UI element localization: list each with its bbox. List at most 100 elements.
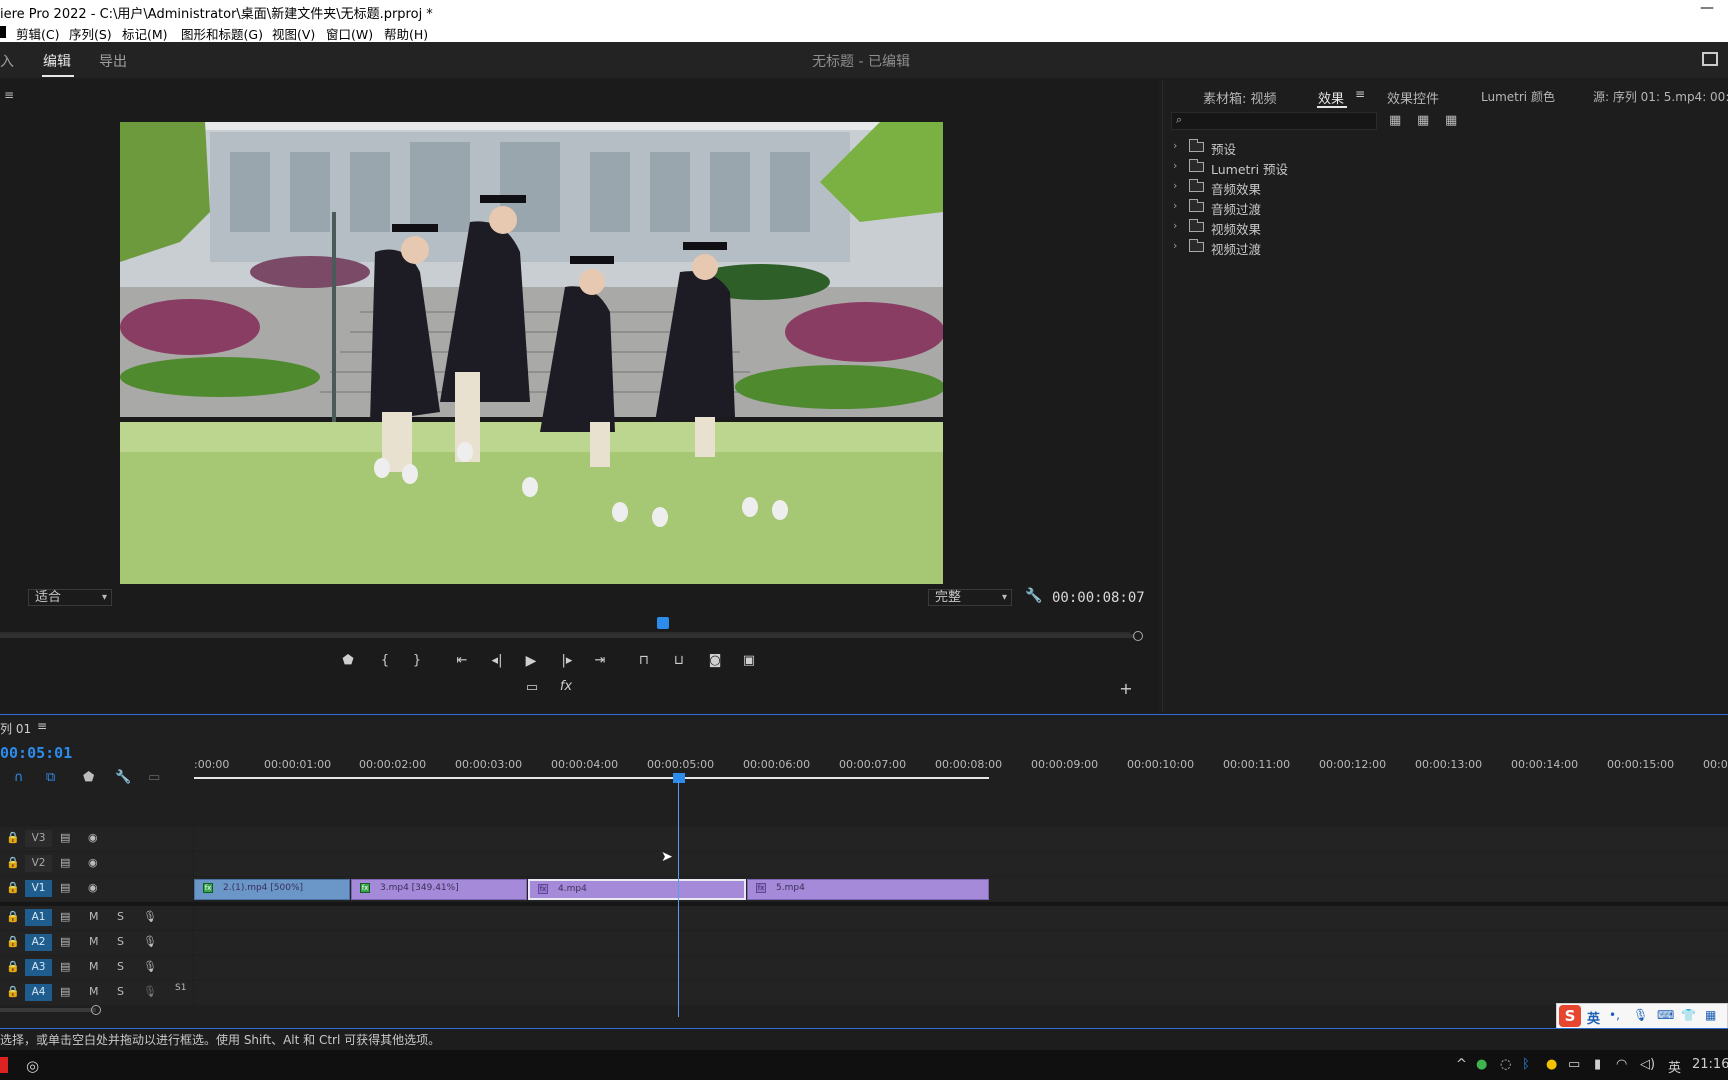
- extract-icon[interactable]: ⊔: [670, 654, 688, 668]
- ime-logo-icon[interactable]: S: [1559, 1005, 1581, 1027]
- clip-2-1[interactable]: fx 2.(1).mp4 [500%]: [194, 879, 350, 900]
- tab-import[interactable]: 入: [0, 51, 14, 71]
- zoom-select[interactable]: 适合 ▾: [28, 589, 112, 606]
- wechat-icon[interactable]: ●: [1476, 1057, 1487, 1072]
- comparison-view-icon[interactable]: ▣: [740, 654, 758, 668]
- lock-icon[interactable]: 🔒: [6, 910, 20, 923]
- microphone-icon[interactable]: 🎙: [143, 985, 157, 998]
- sync-lock-icon[interactable]: ▤: [60, 985, 70, 998]
- eye-icon[interactable]: ◉: [88, 831, 98, 844]
- eye-icon[interactable]: ◉: [88, 856, 98, 869]
- sync-lock-icon[interactable]: ▤: [60, 910, 70, 923]
- lock-icon[interactable]: 🔒: [6, 881, 20, 894]
- 32bit-effects-icon[interactable]: ▦: [1417, 113, 1429, 128]
- input-language[interactable]: 英: [1668, 1057, 1681, 1076]
- add-button[interactable]: +: [1117, 681, 1135, 697]
- minimize-button[interactable]: —: [1700, 0, 1714, 16]
- go-to-in-icon[interactable]: ⇤: [453, 654, 471, 668]
- lock-icon[interactable]: 🔒: [6, 935, 20, 948]
- eye-icon[interactable]: ◉: [88, 881, 98, 894]
- solo-button[interactable]: S: [117, 985, 124, 998]
- menu-help[interactable]: 帮助(H): [384, 24, 428, 43]
- tree-item-audio-effects[interactable]: › 音频效果: [1163, 178, 1723, 197]
- ime-skin-icon[interactable]: 👕: [1681, 1008, 1696, 1022]
- tree-item-video-effects[interactable]: › 视频效果: [1163, 218, 1723, 237]
- network-icon[interactable]: ◌: [1500, 1057, 1511, 1072]
- tray-app-icon[interactable]: ●: [1546, 1057, 1557, 1072]
- step-forward-icon[interactable]: |▸: [558, 654, 576, 668]
- timeline-menu-icon[interactable]: ≡: [37, 719, 47, 733]
- track-target[interactable]: A3: [25, 959, 52, 976]
- microphone-icon[interactable]: 🎙: [143, 960, 157, 973]
- track-target[interactable]: V2: [25, 855, 52, 872]
- clock-time[interactable]: 21:16: [1692, 1057, 1728, 1072]
- bluetooth-icon[interactable]: ᛒ: [1522, 1057, 1530, 1072]
- sync-lock-icon[interactable]: ▤: [60, 935, 70, 948]
- program-time-ruler[interactable]: [0, 620, 1138, 634]
- menu-view[interactable]: 视图(V): [272, 24, 315, 43]
- solo-button[interactable]: S: [117, 910, 124, 923]
- zoom-scroll-bar[interactable]: [0, 634, 1135, 638]
- sync-lock-icon[interactable]: ▤: [60, 960, 70, 973]
- track-lane[interactable]: [194, 931, 1728, 955]
- battery-icon[interactable]: ▭: [1568, 1057, 1580, 1072]
- ime-more-icon[interactable]: ▦: [1705, 1008, 1716, 1022]
- tab-effect-controls[interactable]: 效果控件: [1387, 88, 1439, 107]
- linked-selection-icon[interactable]: ⧉: [46, 770, 55, 785]
- wrench-icon[interactable]: 🔧: [1025, 588, 1042, 604]
- timeline-playhead-handle[interactable]: [673, 773, 685, 783]
- track-target[interactable]: A2: [25, 934, 52, 951]
- tab-bin-video[interactable]: 素材箱: 视频: [1203, 88, 1277, 107]
- sequence-tab[interactable]: 列 01: [0, 720, 31, 737]
- lock-icon[interactable]: 🔒: [6, 960, 20, 973]
- timeline-ruler[interactable]: :00:00 00:00:01:00 00:00:02:00 00:00:03:…: [194, 755, 1728, 783]
- tab-lumetri-color[interactable]: Lumetri 颜色: [1481, 88, 1555, 105]
- volume-icon[interactable]: ◁): [1640, 1057, 1655, 1072]
- mark-in-icon[interactable]: {: [376, 654, 394, 668]
- sync-lock-icon[interactable]: ▤: [60, 881, 70, 894]
- safe-margins-icon[interactable]: ▭: [523, 681, 541, 695]
- yuv-effects-icon[interactable]: ▦: [1445, 113, 1457, 128]
- tree-item-video-transitions[interactable]: › 视频过渡: [1163, 238, 1723, 257]
- lock-icon[interactable]: 🔒: [6, 856, 20, 869]
- timeline-timecode[interactable]: 00:05:01: [0, 744, 72, 762]
- menu-clip[interactable]: 剪辑(C): [16, 24, 59, 43]
- premiere-app-icon[interactable]: [0, 1057, 8, 1073]
- lock-icon[interactable]: 🔒: [6, 831, 20, 844]
- track-lane[interactable]: [194, 956, 1728, 980]
- accelerated-effects-icon[interactable]: ▦: [1389, 113, 1401, 128]
- sync-lock-icon[interactable]: ▤: [60, 831, 70, 844]
- playback-quality-select[interactable]: 完整 ▾: [928, 589, 1012, 606]
- menu-sequence[interactable]: 序列(S): [69, 24, 112, 43]
- microphone-icon[interactable]: 🎙: [143, 910, 157, 923]
- track-target[interactable]: A4: [25, 984, 52, 1001]
- lock-icon[interactable]: 🔒: [6, 985, 20, 998]
- clip-5[interactable]: fx 5.mp4: [747, 879, 989, 900]
- go-to-out-icon[interactable]: ⇥: [591, 654, 609, 668]
- sync-lock-icon[interactable]: ▤: [60, 856, 70, 869]
- tree-item-lumetri-presets[interactable]: › Lumetri 预设: [1163, 158, 1723, 177]
- clip-3[interactable]: fx 3.mp4 [349.41%]: [351, 879, 527, 900]
- effects-search-input[interactable]: ⌕: [1171, 112, 1377, 130]
- tab-effects[interactable]: 效果: [1318, 88, 1344, 107]
- tree-item-presets[interactable]: › 预设: [1163, 138, 1723, 157]
- mute-button[interactable]: M: [89, 985, 99, 998]
- marker-icon[interactable]: ⬟: [339, 654, 357, 668]
- wifi-icon[interactable]: ◠: [1616, 1057, 1627, 1072]
- track-lane[interactable]: [194, 981, 1728, 1005]
- timeline-zoom-handle[interactable]: [91, 1005, 101, 1015]
- camera-icon[interactable]: ◙: [706, 654, 724, 668]
- track-lane[interactable]: [194, 827, 1728, 851]
- browser-app-icon[interactable]: ◎: [26, 1057, 39, 1075]
- effects-menu-icon[interactable]: ≡: [1355, 87, 1365, 101]
- menu-window[interactable]: 窗口(W): [326, 24, 373, 43]
- mute-button[interactable]: M: [89, 935, 99, 948]
- mute-button[interactable]: M: [89, 910, 99, 923]
- ime-language[interactable]: 英: [1587, 1008, 1600, 1027]
- menu-markers[interactable]: 标记(M): [122, 24, 168, 43]
- work-area-bar[interactable]: [194, 777, 989, 779]
- track-lane[interactable]: [194, 906, 1728, 930]
- step-back-icon[interactable]: ◂|: [488, 654, 506, 668]
- zoom-handle[interactable]: [1133, 631, 1143, 641]
- ime-keyboard-icon[interactable]: ⌨: [1657, 1008, 1674, 1022]
